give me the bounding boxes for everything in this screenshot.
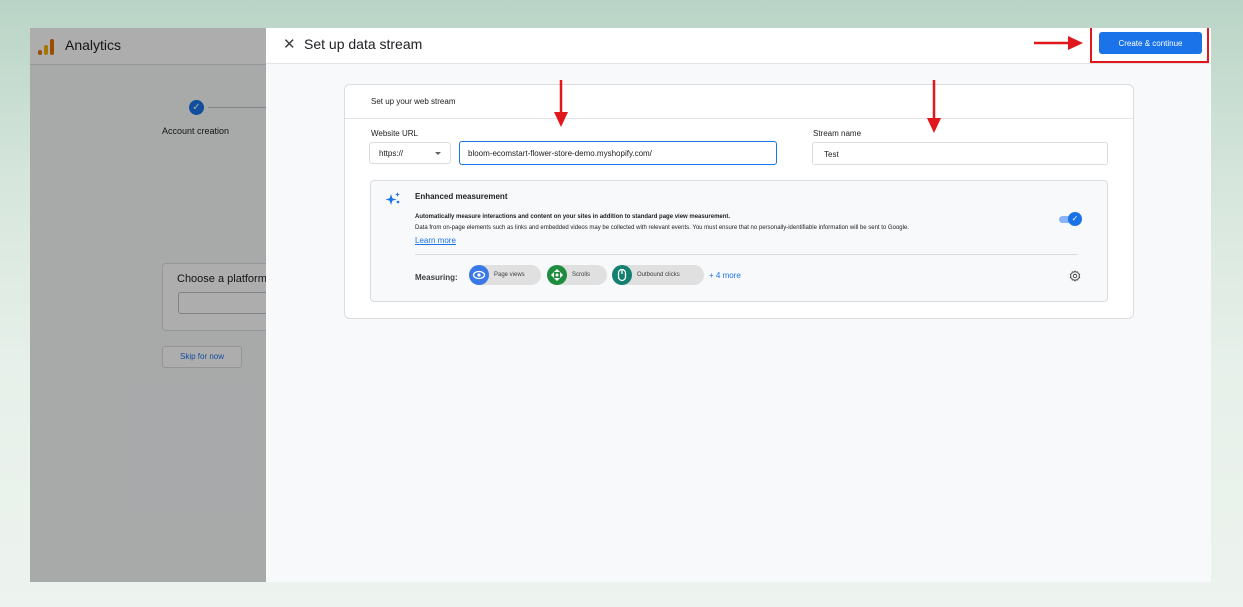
learn-more-link[interactable]: Learn more <box>415 236 456 245</box>
card-header: Set up your web stream <box>345 85 1133 119</box>
enhanced-measurement-description: Automatically measure interactions and c… <box>415 214 731 220</box>
chevron-down-icon <box>435 152 441 155</box>
gear-icon[interactable] <box>1069 270 1081 282</box>
website-url-value: bloom-ecomstart-flower-store-demo.myshop… <box>468 149 652 158</box>
divider <box>415 254 1078 255</box>
protocol-select[interactable]: https:// <box>369 142 451 164</box>
browser-window: Analytics ✓ Account creation Choose a pl… <box>30 28 1211 582</box>
chip-outbound-clicks[interactable]: Outbound clicks <box>612 265 704 285</box>
chip-page-views[interactable]: Page views <box>469 265 541 285</box>
annotation-arrow-right-create <box>1034 36 1083 50</box>
close-icon[interactable]: ✕ <box>283 36 296 54</box>
setup-data-stream-dialog: ✕ Set up data stream Create & continue S… <box>266 28 1211 582</box>
create-and-continue-button[interactable]: Create & continue <box>1099 32 1202 54</box>
dialog-title: Set up data stream <box>304 36 423 52</box>
enhanced-measurement-disclaimer: Data from on-page elements such as links… <box>415 225 909 231</box>
website-url-label: Website URL <box>371 129 418 138</box>
modal-scrim <box>30 28 266 582</box>
enhanced-measurement-title: Enhanced measurement <box>415 192 508 201</box>
chip-scrolls[interactable]: Scrolls <box>547 265 607 285</box>
chip-label: Page views <box>494 272 525 278</box>
eye-icon <box>469 265 489 285</box>
measuring-label: Measuring: <box>415 273 458 282</box>
more-measurements-link[interactable]: + 4 more <box>709 271 741 280</box>
enhanced-measurement-toggle[interactable]: ✓ <box>1059 212 1082 226</box>
stream-name-label: Stream name <box>813 129 862 138</box>
stream-name-value: Test <box>824 150 839 159</box>
chip-label: Outbound clicks <box>637 272 680 278</box>
annotation-arrow-down-stream-name <box>927 80 941 133</box>
chip-label: Scrolls <box>572 272 591 278</box>
sparkle-icon <box>385 192 400 205</box>
toggle-check-icon: ✓ <box>1068 212 1082 226</box>
crosshair-icon <box>547 265 567 285</box>
protocol-value: https:// <box>379 149 404 158</box>
website-url-input[interactable]: bloom-ecomstart-flower-store-demo.myshop… <box>459 141 777 165</box>
stream-name-input[interactable]: Test <box>812 142 1108 165</box>
card-title: Set up your web stream <box>371 97 456 106</box>
web-stream-card: Set up your web stream Website URL Strea… <box>344 84 1134 319</box>
mouse-icon <box>612 265 632 285</box>
annotation-arrow-down-url <box>554 80 568 127</box>
enhanced-measurement-panel: Enhanced measurement Automatically measu… <box>370 180 1108 302</box>
analytics-background: Analytics ✓ Account creation Choose a pl… <box>30 28 275 582</box>
